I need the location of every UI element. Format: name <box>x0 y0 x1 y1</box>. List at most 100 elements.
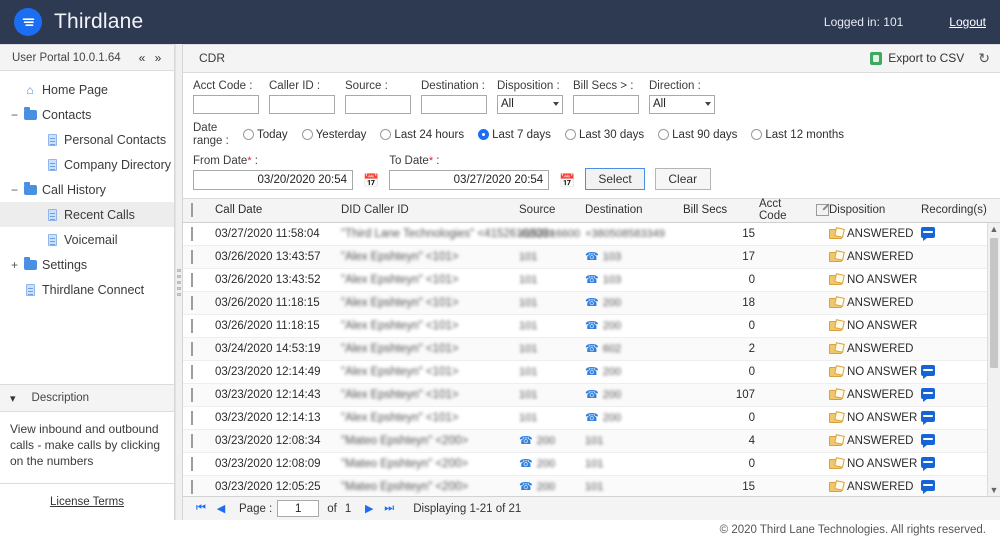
source-input[interactable] <box>345 95 411 114</box>
select-button[interactable]: Select <box>585 168 644 190</box>
column-header-did-caller-id[interactable]: DID Caller ID <box>341 204 519 216</box>
cell-destination[interactable]: ☎200 <box>585 296 683 309</box>
table-row[interactable]: 03/26/2020 13:43:57 "Alex Epshteyn" <101… <box>183 246 1000 269</box>
date-range-option-last-12-months[interactable]: Last 12 months <box>751 129 844 141</box>
table-row[interactable]: 03/23/2020 12:08:34 "Mateo Epshteyn" <20… <box>183 430 1000 453</box>
column-header-recordings[interactable]: Recording(s) <box>921 204 991 216</box>
cell-destination[interactable]: ☎200 <box>585 388 683 401</box>
select-all-checkbox[interactable] <box>191 203 193 217</box>
cell-destination[interactable]: ☎200 <box>585 411 683 424</box>
bill-secs-input[interactable] <box>573 95 639 114</box>
row-checkbox[interactable] <box>191 411 193 425</box>
table-scrollbar[interactable]: ▲ ▼ <box>987 223 1000 496</box>
date-range-option-last-24-hours[interactable]: Last 24 hours <box>380 129 464 141</box>
cell-destination[interactable]: ☎103 <box>585 273 683 286</box>
cell-source[interactable]: ☎200 <box>519 480 585 493</box>
sidebar-item-call-history[interactable]: − Call History <box>0 177 174 202</box>
destination-input[interactable] <box>421 95 487 114</box>
from-date-input[interactable] <box>193 170 353 190</box>
cell-recording[interactable] <box>921 457 991 471</box>
scroll-up-icon[interactable]: ▲ <box>988 223 1000 236</box>
date-range-option-yesterday[interactable]: Yesterday <box>302 129 367 141</box>
column-header-destination[interactable]: Destination <box>585 204 683 216</box>
to-date-input[interactable] <box>389 170 549 190</box>
table-row[interactable]: 03/23/2020 12:14:49 "Alex Epshteyn" <101… <box>183 361 1000 384</box>
row-checkbox[interactable] <box>191 319 193 333</box>
recording-icon[interactable] <box>921 365 935 376</box>
next-page-icon[interactable]: ▶ <box>359 502 379 515</box>
sidebar-item-thirdlane-connect[interactable]: Thirdlane Connect <box>0 277 174 302</box>
cell-destination[interactable]: ☎200 <box>585 319 683 332</box>
cell-recording[interactable] <box>921 388 991 402</box>
row-checkbox[interactable] <box>191 388 193 402</box>
row-checkbox[interactable] <box>191 227 193 241</box>
page-number-input[interactable] <box>277 500 319 517</box>
table-row[interactable]: 03/24/2020 14:53:19 "Alex Epshteyn" <101… <box>183 338 1000 361</box>
sidebar-item-contacts[interactable]: − Contacts <box>0 102 174 127</box>
table-row[interactable]: 03/23/2020 12:14:43 "Alex Epshteyn" <101… <box>183 384 1000 407</box>
column-header-call-date[interactable]: Call Date <box>215 204 341 216</box>
radio-icon[interactable] <box>751 129 762 140</box>
license-terms-link[interactable]: License Terms <box>50 496 124 508</box>
row-checkbox[interactable] <box>191 457 193 471</box>
tree-expander[interactable]: − <box>8 184 21 196</box>
prev-page-icon[interactable]: ◀ <box>211 502 231 515</box>
tab-cdr[interactable]: CDR <box>199 51 225 65</box>
caller-id-input[interactable] <box>269 95 335 114</box>
column-header-source[interactable]: Source <box>519 204 585 216</box>
cell-destination[interactable]: ☎200 <box>585 365 683 378</box>
date-range-option-last-7-days[interactable]: Last 7 days <box>478 129 551 141</box>
panel-splitter[interactable] <box>175 44 183 520</box>
last-page-icon[interactable]: ⏭ <box>379 502 399 515</box>
cell-recording[interactable] <box>921 434 991 448</box>
table-row[interactable]: 03/26/2020 11:18:15 "Alex Epshteyn" <101… <box>183 292 1000 315</box>
calendar-icon[interactable]: 📅 <box>363 173 379 189</box>
logout-link[interactable]: Logout <box>949 15 986 29</box>
column-header-disposition[interactable]: Disposition <box>829 204 921 216</box>
column-header-acct-code[interactable]: Acct Code <box>759 198 829 222</box>
sidebar-item-personal-contacts[interactable]: Personal Contacts <box>0 127 174 152</box>
tree-expander[interactable]: + <box>8 259 21 271</box>
radio-icon[interactable] <box>243 129 254 140</box>
sidebar-item-company-directory[interactable]: Company Directory <box>0 152 174 177</box>
table-row[interactable]: 03/26/2020 13:43:52 "Alex Epshteyn" <101… <box>183 269 1000 292</box>
radio-icon[interactable] <box>658 129 669 140</box>
radio-icon[interactable] <box>478 129 489 140</box>
row-checkbox[interactable] <box>191 273 193 287</box>
recording-icon[interactable] <box>921 457 935 468</box>
column-header-bill-secs[interactable]: Bill Secs <box>683 204 759 216</box>
tree-expander[interactable]: − <box>8 109 21 121</box>
table-row[interactable]: 03/27/2020 11:58:04 "Third Lane Technolo… <box>183 223 1000 246</box>
recording-icon[interactable] <box>921 388 935 399</box>
radio-icon[interactable] <box>380 129 391 140</box>
cell-destination[interactable]: ☎103 <box>585 250 683 263</box>
row-checkbox[interactable] <box>191 250 193 264</box>
row-checkbox[interactable] <box>191 480 193 494</box>
export-to-csv-button[interactable]: Export to CSV <box>870 51 964 65</box>
scroll-down-icon[interactable]: ▼ <box>988 483 1000 496</box>
date-range-option-last-30-days[interactable]: Last 30 days <box>565 129 644 141</box>
cell-recording[interactable] <box>921 365 991 379</box>
row-checkbox[interactable] <box>191 365 193 379</box>
radio-icon[interactable] <box>565 129 576 140</box>
sidebar-item-settings[interactable]: + Settings <box>0 252 174 277</box>
sidebar-item-recent-calls[interactable]: Recent Calls <box>0 202 174 227</box>
recording-icon[interactable] <box>921 434 935 445</box>
table-row[interactable]: 03/23/2020 12:05:25 "Mateo Epshteyn" <20… <box>183 476 1000 496</box>
direction-select[interactable]: All <box>649 95 715 114</box>
chevrons-up-icon[interactable]: « <box>134 52 150 64</box>
pencil-icon[interactable] <box>816 204 829 216</box>
cell-destination[interactable]: ☎602 <box>585 342 683 355</box>
chevrons-down-icon[interactable]: » <box>150 52 166 64</box>
cell-recording[interactable] <box>921 411 991 425</box>
table-row[interactable]: 03/26/2020 11:18:15 "Alex Epshteyn" <101… <box>183 315 1000 338</box>
row-checkbox[interactable] <box>191 296 193 310</box>
scrollbar-thumb[interactable] <box>990 238 998 368</box>
cell-source[interactable]: ☎200 <box>519 457 585 470</box>
cell-source[interactable]: ☎200 <box>519 434 585 447</box>
cell-recording[interactable] <box>921 480 991 494</box>
clear-button[interactable]: Clear <box>655 168 711 190</box>
description-header[interactable]: ▾ Description <box>0 384 174 412</box>
table-row[interactable]: 03/23/2020 12:08:09 "Mateo Epshteyn" <20… <box>183 453 1000 476</box>
first-page-icon[interactable]: ⏮ <box>191 502 211 515</box>
